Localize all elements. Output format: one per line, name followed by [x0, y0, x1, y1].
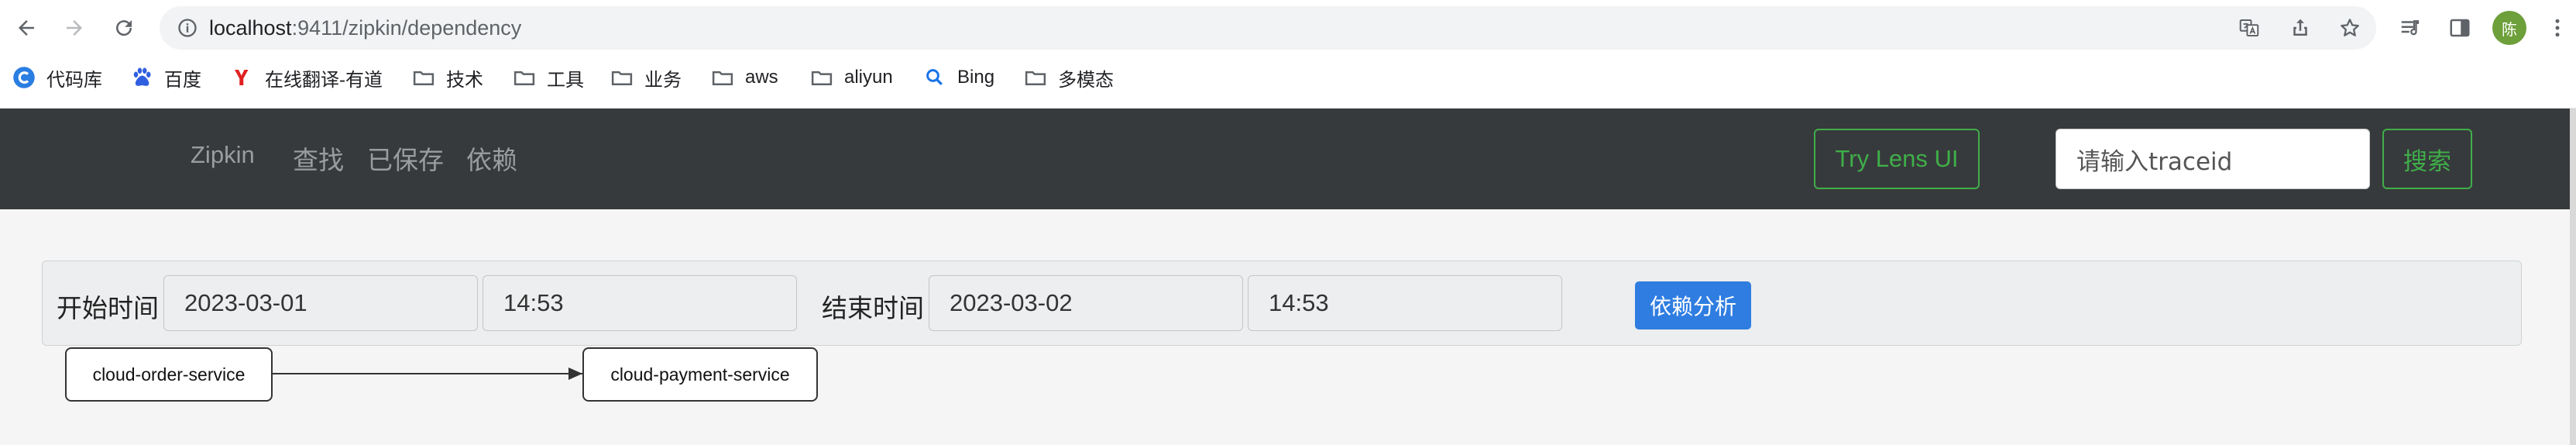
address-bar[interactable]: localhost:9411/zipkin/dependency: [160, 6, 2376, 50]
info-icon[interactable]: [177, 17, 198, 39]
bookmark-folder-tech[interactable]: 技术: [412, 60, 483, 95]
back-arrow-icon[interactable]: [9, 11, 43, 45]
folder-icon: [513, 66, 536, 89]
start-date-input[interactable]: 2023-03-01: [163, 275, 478, 331]
analyze-dependencies-button[interactable]: 依赖分析: [1635, 281, 1751, 329]
bookmark-label: 在线翻译-有道: [265, 69, 383, 91]
bookmark-label: 多模态: [1058, 69, 1114, 91]
brand-link[interactable]: Zipkin: [191, 141, 255, 169]
bookmark-folder-multimodal[interactable]: 多模态: [1024, 60, 1114, 95]
folder-icon: [711, 66, 734, 89]
bookmark-label: 业务: [644, 69, 682, 91]
search-button[interactable]: 搜索: [2382, 129, 2472, 189]
search-icon: [923, 66, 946, 89]
side-panel-icon[interactable]: [2443, 11, 2477, 45]
bookmark-folder-aws[interactable]: aws: [711, 60, 778, 95]
bookmark-youdao[interactable]: 在线翻译-有道: [231, 60, 383, 95]
reload-icon[interactable]: [107, 11, 141, 45]
bookmark-label: 代码库: [46, 69, 102, 91]
zipkin-navbar: Zipkin 查找 已保存 依赖 Try Lens UI 请输入traceid …: [0, 109, 2576, 209]
folder-icon: [610, 66, 634, 89]
bookmark-codebase[interactable]: 代码库: [12, 60, 102, 95]
translate-icon[interactable]: [2232, 11, 2266, 45]
nav-link-saved[interactable]: 已保存: [367, 140, 444, 177]
share-icon[interactable]: [2283, 11, 2317, 45]
bookmark-label: aliyun: [844, 67, 893, 88]
end-time-input[interactable]: 14:53: [1248, 275, 1562, 331]
traceid-input[interactable]: 请输入traceid: [2056, 129, 2370, 189]
bookmark-label: 百度: [164, 69, 201, 91]
folder-icon: [1024, 66, 1047, 89]
dependency-edge-layer: [271, 367, 582, 380]
bookmark-label: 技术: [446, 69, 483, 91]
nav-link-dependencies[interactable]: 依赖: [466, 140, 517, 177]
dependency-filter-panel: 开始时间 2023-03-01 14:53 结束时间 2023-03-02 14…: [42, 260, 2522, 346]
service-node-order[interactable]: cloud-order-service: [65, 347, 273, 402]
folder-icon: [412, 66, 435, 89]
end-date-input[interactable]: 2023-03-02: [929, 275, 1243, 331]
end-time-label: 结束时间: [822, 293, 924, 323]
browser-chrome: localhost:9411/zipkin/dependency 陈 代码库 百…: [0, 0, 2576, 109]
bookmark-baidu[interactable]: 百度: [130, 60, 201, 95]
dependency-graph: cloud-order-service cloud-payment-servic…: [0, 341, 2576, 445]
youdao-icon: [231, 66, 254, 89]
bookmark-folder-business[interactable]: 业务: [610, 60, 682, 95]
forward-arrow-icon[interactable]: [57, 11, 91, 45]
bookmark-label: 工具: [547, 69, 584, 91]
bookmarks-bar: 代码库 百度 在线翻译-有道 技术 工具 业务 aws aliyun Bing …: [0, 60, 2576, 95]
start-time-label: 开始时间: [57, 293, 159, 323]
url-text: localhost:9411/zipkin/dependency: [209, 16, 521, 40]
service-node-payment[interactable]: cloud-payment-service: [582, 347, 818, 402]
start-time-input[interactable]: 14:53: [483, 275, 797, 331]
bookmark-folder-tools[interactable]: 工具: [513, 60, 584, 95]
bookmark-label: Bing: [957, 67, 995, 88]
baidu-paw-icon: [130, 66, 153, 89]
bookmark-label: aws: [745, 67, 778, 88]
reading-list-icon[interactable]: [2393, 11, 2427, 45]
more-vert-icon[interactable]: [2540, 11, 2574, 45]
profile-avatar[interactable]: 陈: [2492, 11, 2526, 45]
nav-link-find[interactable]: 查找: [293, 140, 344, 177]
url-path: :9411/zipkin/dependency: [291, 16, 522, 40]
url-host: localhost: [209, 16, 292, 40]
star-icon[interactable]: [2333, 11, 2367, 45]
bookmark-bing[interactable]: Bing: [923, 60, 994, 95]
try-lens-button[interactable]: Try Lens UI: [1814, 129, 1980, 189]
codebase-icon: [12, 66, 36, 89]
folder-icon: [810, 66, 833, 89]
bookmark-folder-aliyun[interactable]: aliyun: [810, 60, 893, 95]
